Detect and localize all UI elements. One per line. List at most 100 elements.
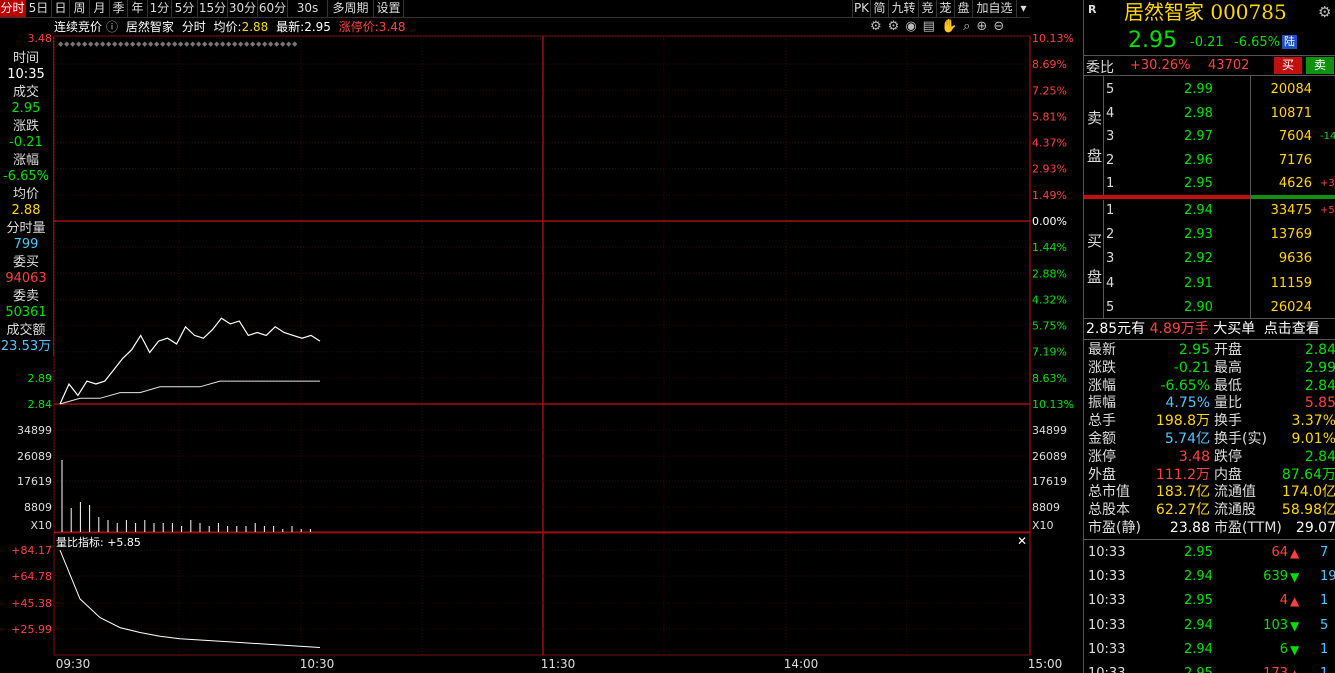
time-axis-1: 10:30: [300, 657, 335, 671]
arrow-down-icon: ▼: [1290, 570, 1300, 585]
level-index: 1: [1106, 203, 1115, 218]
ind-scale-1: +64.78: [11, 570, 52, 583]
stat-label: 涨停: [1088, 448, 1116, 465]
arrow-up-icon: ▲: [1290, 546, 1300, 560]
stat-row: 总手 198.8万 换手 3.37%: [1084, 412, 1335, 430]
tick-volume: 103: [1263, 617, 1288, 633]
level-price: 2.94: [1184, 203, 1213, 218]
ask-row[interactable]: 1 2.95 4626 +389: [1084, 172, 1335, 195]
level-index: 2: [1106, 227, 1115, 243]
price-scale-top: 3.48: [28, 32, 53, 45]
pct-scale-6: 1.49%: [1032, 189, 1067, 202]
stock-title: 居然智家 000785: [1124, 0, 1287, 24]
level-price: 2.95: [1184, 176, 1213, 191]
timeshare-chart[interactable]: 3.48 2.89 2.84 10.13% 8.69% 7.25% 5.81% 4.37% 2.…: [0, 0, 1083, 673]
stat-row: 总股本 62.27亿 流通股 58.98亿: [1084, 501, 1335, 519]
level-price: 2.91: [1184, 275, 1213, 291]
bid-row[interactable]: 3 2.92 9636: [1084, 247, 1335, 270]
arrow-up-icon: ▲: [1290, 662, 1299, 673]
level-volume: 4626: [1278, 176, 1312, 191]
stat-label: 市盈(静): [1088, 520, 1141, 536]
ask-row[interactable]: 3 2.97 7604 -14: [1084, 125, 1335, 148]
tick-price: 2.95: [1184, 662, 1213, 673]
stat-row: 金额 5.74亿 换手(实) 9.01%: [1084, 430, 1335, 448]
level-index: 1: [1106, 176, 1115, 191]
level-price: 2.96: [1184, 152, 1213, 168]
ask-row[interactable]: 5 2.99 20084: [1084, 78, 1335, 101]
tick-count: 5: [1320, 617, 1329, 633]
stat-value: 111.2万: [1155, 466, 1210, 483]
buy-button[interactable]: 买: [1274, 57, 1302, 74]
stat-value: 3.37%: [1291, 413, 1335, 430]
tick-row: 10:33 2.94 6 ▼ 1: [1084, 638, 1335, 662]
stat-label: 金额: [1088, 431, 1116, 447]
auction-diamond: ◆: [292, 40, 298, 48]
bid-row[interactable]: 1 2.94 33475 +5: [1084, 199, 1335, 222]
time-axis-4: 15:00: [1028, 657, 1063, 671]
level-index: 4: [1106, 275, 1115, 291]
pct-scale-7: 0.00%: [1032, 215, 1067, 228]
tick-volume: 64: [1271, 545, 1288, 560]
level-volume: 9636: [1278, 251, 1312, 267]
level-price: 2.98: [1184, 105, 1213, 121]
price-change: -0.21: [1190, 35, 1224, 50]
tick-time: 10:33: [1088, 662, 1125, 673]
level-change: +389: [1320, 178, 1335, 189]
ind-scale-2: +45.38: [11, 597, 52, 610]
vol-scale-right-2: 17619: [1032, 475, 1067, 488]
level-volume: 13769: [1270, 227, 1312, 243]
stat-label: 涨跌: [1088, 359, 1116, 376]
time-axis-3: 14:00: [784, 657, 819, 671]
tick-row: 10:33 2.94 103 ▼ 5: [1084, 614, 1335, 638]
tick-row: 10:33 2.95 173▲ 1: [1084, 662, 1335, 673]
stat-label: 流通值: [1214, 484, 1256, 501]
stat-value: 4.75%: [1165, 395, 1210, 412]
stat-label: 流通股: [1214, 502, 1256, 519]
settings-gear-icon[interactable]: ⚙: [1318, 3, 1331, 21]
stat-label: 最新: [1088, 342, 1116, 358]
price-panel-frame: [53, 35, 1031, 534]
indicator-label: 量比指标: +5.85: [56, 535, 141, 549]
big-order-link[interactable]: 点击查看: [1264, 321, 1320, 337]
level-index: 5: [1106, 299, 1115, 315]
vol-scale-left-0: 34899: [17, 424, 52, 437]
tick-volume: 4: [1279, 593, 1288, 609]
bid-row[interactable]: 5 2.90 26024: [1084, 296, 1335, 319]
pct-scale-13: 8.63%: [1032, 372, 1067, 385]
tick-time: 10:33: [1088, 569, 1126, 585]
tick-price: 2.95: [1184, 593, 1213, 609]
stat-row: 总市值 183.7亿 流通值 174.0亿: [1084, 483, 1335, 501]
bid-row[interactable]: 4 2.91 11159: [1084, 272, 1335, 295]
bid-row[interactable]: 2 2.93 13769: [1084, 223, 1335, 246]
tick-time: 10:33: [1088, 617, 1126, 633]
tick-price: 2.94: [1184, 569, 1213, 585]
level-volume: 33475: [1270, 203, 1312, 218]
vol-scale-right-1: 26089: [1032, 450, 1067, 463]
tick-volume: 6: [1279, 641, 1288, 657]
stat-row: 市盈(静) 23.88 市盈(TTM) 29.07: [1084, 519, 1335, 537]
big-order-row[interactable]: 2.85元有 4.89万手 大买单 点击查看: [1084, 318, 1335, 340]
market-badge: 陆: [1282, 35, 1297, 49]
stat-row: 振幅 4.75% 量比 5.85: [1084, 394, 1335, 412]
pct-scale-1: 8.69%: [1032, 58, 1067, 71]
vol-scale-right-3: 8809: [1032, 501, 1060, 514]
pct-scale-5: 2.93%: [1032, 163, 1067, 176]
ask-row[interactable]: 2 2.96 7176: [1084, 149, 1335, 172]
level-price: 2.97: [1184, 129, 1213, 144]
sell-button[interactable]: 卖: [1306, 57, 1334, 74]
stock-code: 000785: [1210, 0, 1287, 24]
vol-scale-right-0: 34899: [1032, 424, 1067, 437]
stat-label: 外盘: [1088, 466, 1116, 483]
level-index: 4: [1106, 105, 1115, 121]
weicha-value: 43702: [1208, 58, 1250, 73]
stat-label: 最低: [1214, 377, 1242, 394]
ask-row[interactable]: 4 2.98 10871: [1084, 102, 1335, 125]
stat-label: 总股本: [1088, 502, 1130, 519]
tick-row: 10:33 2.95 64 ▲ 7: [1084, 541, 1335, 565]
level-volume: 11159: [1270, 275, 1312, 291]
pct-scale-0: 10.13%: [1032, 32, 1074, 45]
price-line: [59, 317, 321, 405]
vol-scale-left-2: 17619: [17, 475, 52, 488]
vol-scale-left-3: 8809: [24, 501, 52, 514]
level-price: 2.93: [1184, 227, 1213, 243]
